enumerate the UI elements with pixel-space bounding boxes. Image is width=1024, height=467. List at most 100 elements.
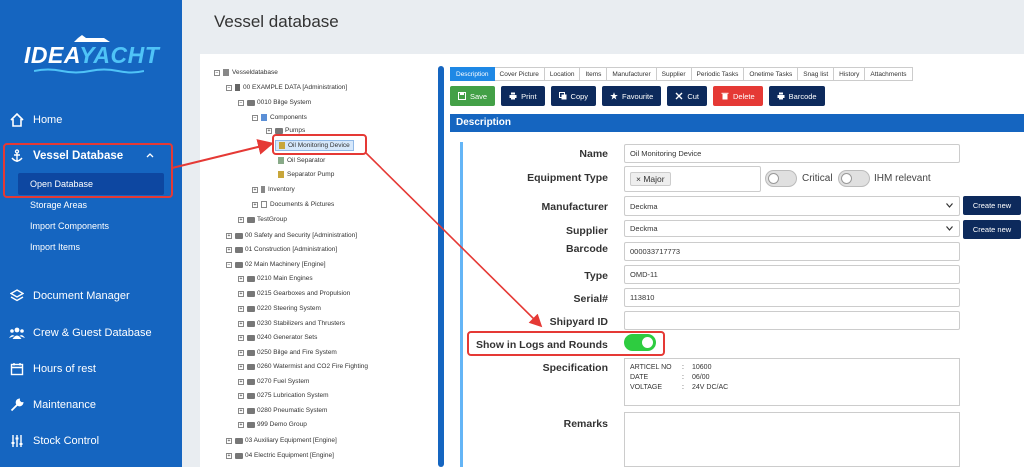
tree-node[interactable]: +0220 Steering System [238, 304, 321, 313]
tab-attachments[interactable]: Attachments [865, 67, 913, 81]
tree-node[interactable]: + Documents & Pictures [252, 200, 334, 209]
type-input[interactable]: OMD-11 [624, 265, 960, 284]
serial-label: Serial# [573, 293, 608, 305]
scrollbar[interactable] [438, 66, 444, 467]
tree-node[interactable]: +0210 Main Engines [238, 274, 313, 283]
cut-button[interactable]: Cut [667, 86, 707, 106]
sidebar: IDEAYACHT Home Vessel Database Open Data… [0, 0, 182, 467]
layers-icon [9, 288, 25, 304]
save-button[interactable]: Save [450, 86, 496, 106]
tree-node[interactable]: − Vesseldatabase [214, 68, 278, 77]
chevron-down-icon [946, 203, 953, 208]
save-icon [458, 92, 466, 100]
print-icon [509, 92, 517, 100]
equipment-type-label: Equipment Type [527, 172, 608, 184]
remarks-textarea[interactable] [624, 412, 960, 467]
sidebar-subitem-storage-areas[interactable]: Storage Areas [30, 200, 87, 210]
toolbar: Save Print Copy Favourite Cut Delete Bar… [450, 86, 825, 106]
tree-node[interactable]: +0260 Watermist and CO2 Fire Fighting [238, 362, 368, 371]
star-icon [610, 92, 618, 100]
barcode-button[interactable]: Barcode [768, 86, 825, 106]
tab-supplier[interactable]: Supplier [656, 67, 692, 81]
tree-node[interactable]: +01 Construction [Administration] [226, 245, 337, 254]
description-header: Description [450, 114, 1024, 132]
sidebar-item-hours-of-rest[interactable]: Hours of rest [0, 356, 182, 382]
create-new-manufacturer-button[interactable]: Create new [963, 196, 1021, 215]
vessel-tree: − Vesseldatabase −00 EXAMPLE DATA [Admini… [212, 64, 438, 467]
remarks-label: Remarks [563, 418, 608, 430]
tree-node[interactable]: +04 Electric Equipment [Engine] [226, 451, 334, 460]
wrench-icon [9, 397, 25, 413]
highlight-box-show-in-logs [467, 331, 665, 356]
tab-snag-list[interactable]: Snag list [798, 67, 835, 81]
tree-node[interactable]: −02 Main Machinery [Engine] [226, 260, 326, 269]
tree-node[interactable]: +0230 Stabilizers and Thrusters [238, 319, 345, 328]
tree-node[interactable]: +0250 Bilge and Fire System [238, 348, 337, 357]
tree-node[interactable]: +0215 Gearboxes and Propulsion [238, 289, 350, 298]
specification-label: Specification [542, 362, 608, 374]
favourite-button[interactable]: Favourite [602, 86, 662, 106]
delete-button[interactable]: Delete [712, 86, 763, 106]
name-input[interactable]: Oil Monitoring Device [624, 144, 960, 163]
brand-part1: IDEA [24, 42, 80, 68]
barcode-label: Barcode [565, 243, 608, 255]
serial-input[interactable]: 113810 [624, 288, 960, 307]
tab-description[interactable]: Description [450, 67, 495, 81]
tree-node[interactable]: + Inventory [252, 185, 295, 194]
tree-node[interactable]: −00 EXAMPLE DATA [Administration] [226, 83, 347, 92]
tree-node[interactable]: +00 Safety and Security [Administration] [226, 231, 357, 240]
tree-node[interactable]: +03 Auxiliary Equipment [Engine] [226, 436, 337, 445]
tree-node[interactable]: +0240 Generator Sets [238, 333, 317, 342]
tab-onetime-tasks[interactable]: Onetime Tasks [744, 67, 799, 81]
barcode-input[interactable]: 000033717773 [624, 242, 960, 261]
critical-toggle[interactable] [765, 170, 797, 187]
tree-node[interactable]: +0275 Lubrication System [238, 391, 329, 400]
sidebar-item-document-manager[interactable]: Document Manager [0, 283, 182, 309]
chevron-down-icon [946, 226, 953, 231]
sidebar-item-stock-control[interactable]: Stock Control [0, 428, 182, 454]
tab-items[interactable]: Items [580, 67, 608, 81]
sidebar-subitem-import-items[interactable]: Import Items [30, 242, 80, 252]
tree-node[interactable]: − Components [252, 113, 307, 122]
highlight-box-selected-node [272, 134, 367, 155]
tree-node[interactable]: +0280 Pneumatic System [238, 406, 327, 415]
highlight-box-vessel-database [3, 143, 173, 198]
sidebar-item-label: Crew & Guest Database [33, 327, 152, 339]
spec-row: VOLTAGE:24V DC/AC [630, 384, 729, 391]
copy-button[interactable]: Copy [550, 86, 597, 106]
sidebar-item-home[interactable]: Home [0, 107, 182, 133]
tree-node[interactable]: +0270 Fuel System [238, 377, 309, 386]
sidebar-item-label: Stock Control [33, 435, 100, 447]
specification-textarea[interactable]: ARTICEL NO:10600 DATE:06/00 VOLTAGE:24V … [624, 358, 960, 406]
tree-node[interactable]: + TestGroup [238, 215, 287, 224]
tab-history[interactable]: History [834, 67, 866, 81]
calendar-icon [9, 361, 25, 377]
sidebar-item-label: Document Manager [33, 290, 130, 302]
sliders-icon [9, 433, 25, 449]
tree-node[interactable]: −0010 Bilge System [238, 98, 311, 107]
ihm-relevant-label: IHM relevant [874, 173, 931, 184]
tab-location[interactable]: Location [544, 67, 581, 81]
type-label: Type [584, 270, 608, 282]
sidebar-item-crew-guest[interactable]: Crew & Guest Database [0, 320, 182, 346]
tree-node[interactable]: Oil Separator [278, 156, 325, 165]
sidebar-item-maintenance[interactable]: Maintenance [0, 392, 182, 418]
close-icon [675, 92, 683, 100]
tab-cover-picture[interactable]: Cover Picture [494, 67, 545, 81]
trash-icon [721, 92, 729, 100]
shipyard-id-input[interactable] [624, 311, 960, 330]
equipment-type-select[interactable]: × Major [624, 166, 761, 192]
supplier-select[interactable]: Deckma [624, 220, 960, 237]
tab-bar: Description Cover Picture Location Items… [450, 67, 913, 83]
tab-manufacturer[interactable]: Manufacturer [607, 67, 657, 81]
print-button[interactable]: Print [501, 86, 545, 106]
tab-periodic-tasks[interactable]: Periodic Tasks [691, 67, 745, 81]
create-new-supplier-button[interactable]: Create new [963, 220, 1021, 239]
ihm-relevant-toggle[interactable] [838, 170, 870, 187]
equipment-type-chip[interactable]: × Major [630, 172, 671, 186]
description-accent-line [460, 142, 463, 467]
tree-node[interactable]: Separator Pump [278, 170, 334, 179]
tree-node[interactable]: +999 Demo Group [238, 420, 307, 429]
sidebar-subitem-import-components[interactable]: Import Components [30, 221, 109, 231]
manufacturer-select[interactable]: Deckma [624, 196, 960, 216]
